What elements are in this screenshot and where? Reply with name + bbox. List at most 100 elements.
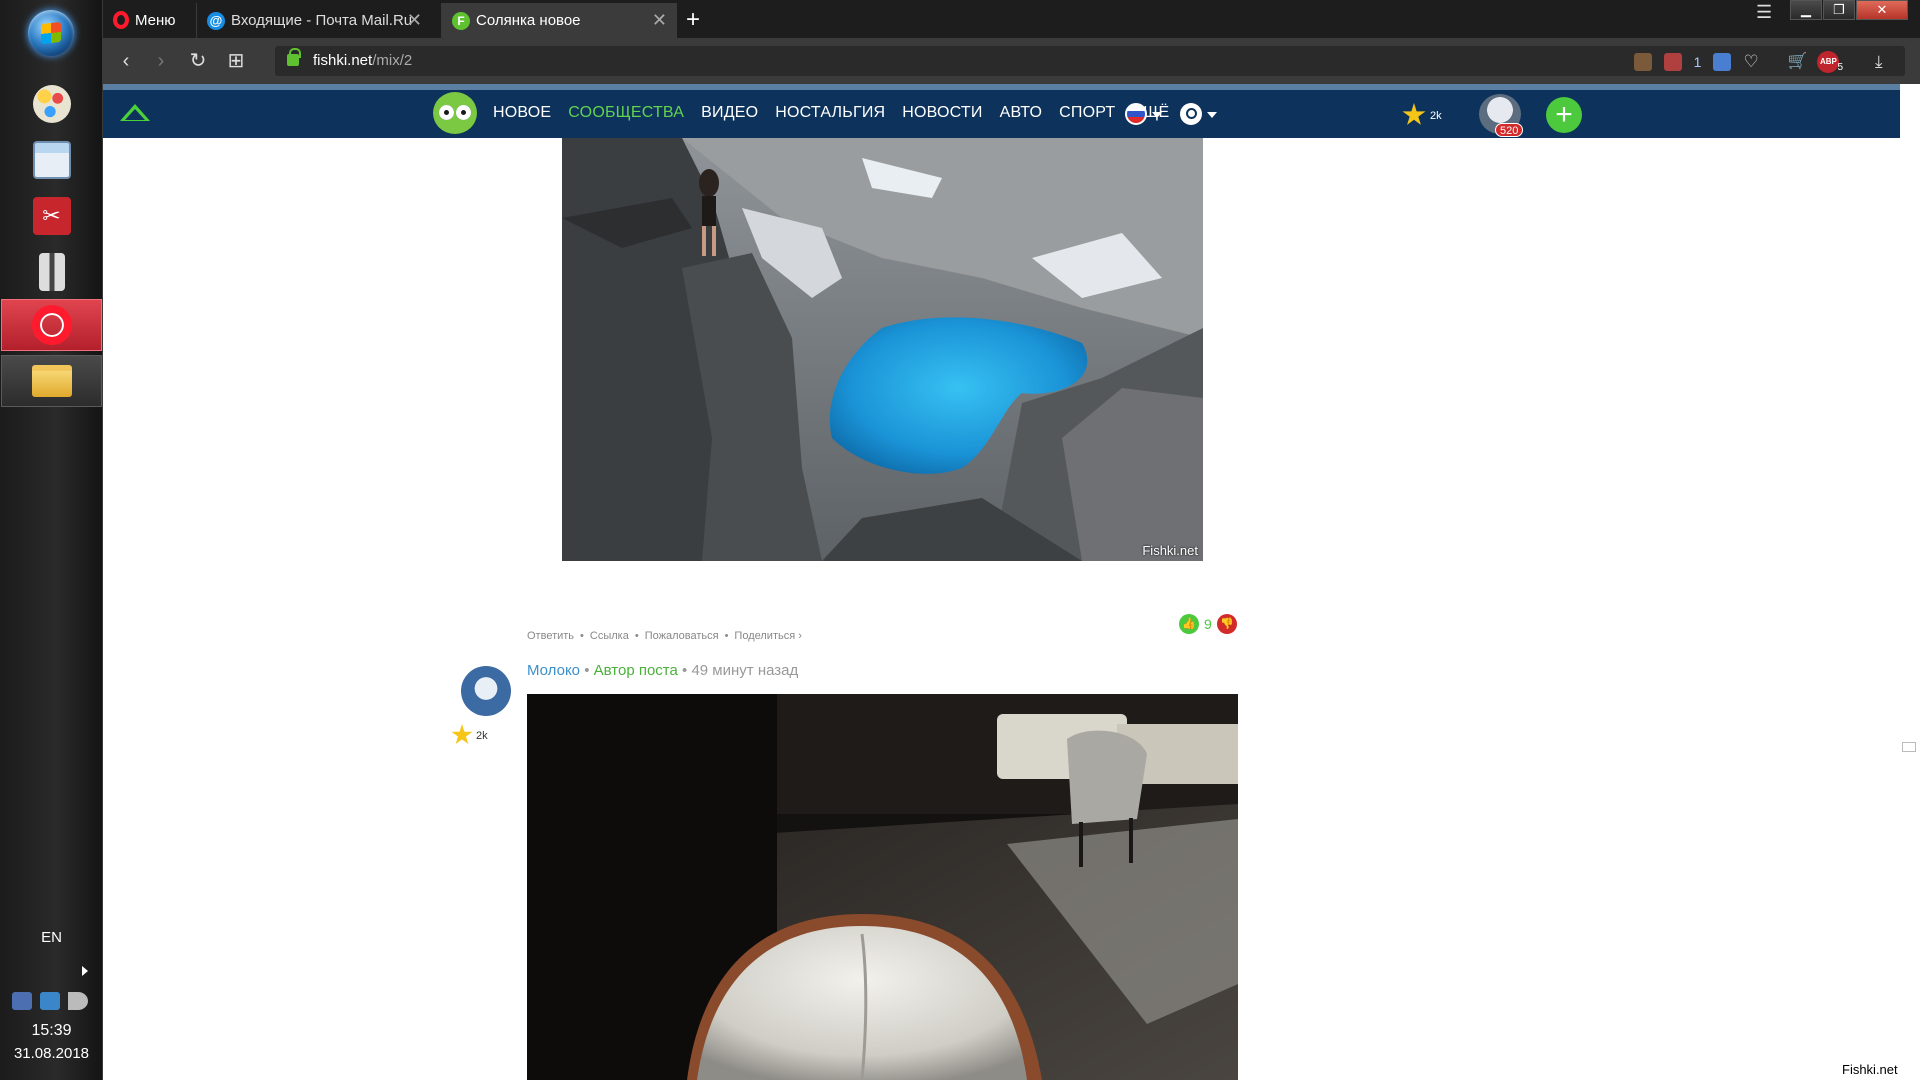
mountain-lake-image [562,138,1203,561]
new-tab-button[interactable]: + [686,6,700,34]
volume-tray-icon[interactable] [68,992,88,1010]
notification-badge[interactable]: 520 [1495,123,1524,137]
scissors-tool-icon: ✂ [32,197,71,235]
forward-icon[interactable]: › [150,50,172,72]
archive-icon [38,253,65,291]
adblock-icon[interactable]: ABP [1817,50,1840,73]
chevron-down-icon[interactable] [1152,112,1162,118]
network-tray-icon[interactable] [40,992,60,1010]
share-link[interactable]: Поделиться › [734,630,801,642]
antivirus-tray-icon[interactable] [12,992,32,1010]
thumbs-down-icon[interactable]: 👎 [1216,614,1237,634]
close-tab-icon[interactable]: ✕ [652,10,667,31]
adblock-count: 5 [1837,62,1843,73]
minimize-button[interactable]: ▁ [1790,0,1822,20]
page-watermark: Fishki.net [1840,1062,1900,1077]
tab-fishki[interactable]: F Солянка новое ✕ [441,3,677,38]
speed-dial-icon[interactable]: ⊞ [225,50,247,72]
clock-date[interactable]: 31.08.2018 [0,1045,103,1062]
taskbar-calculator[interactable] [1,134,102,186]
fishki-favicon-icon: F [452,11,470,30]
maximize-button[interactable]: ❐ [1823,0,1855,20]
extension-figure-icon[interactable] [1663,52,1682,71]
clock-time[interactable]: 15:39 [0,1022,103,1040]
extensions-area: 1 ♡ 🛒 ABP 5 ⤓ [1633,50,1893,73]
page-viewport: НОВОЕ СООБЩЕСТВА ВИДЕО НОСТАЛЬГИЯ НОВОСТ… [103,84,1920,1080]
opera-logo-icon [113,11,129,29]
nav-communities[interactable]: СООБЩЕСТВА [568,104,684,122]
folder-icon [31,365,72,397]
star-icon [451,724,473,745]
comment-author-avatar[interactable] [461,666,511,716]
heart-icon[interactable]: ♡ [1743,52,1761,71]
site-nav-links: НОВОЕ СООБЩЕСТВА ВИДЕО НОСТАЛЬГИЯ НОВОСТ… [493,104,1169,122]
nav-sport[interactable]: СПОРТ [1059,104,1115,122]
system-tray [12,992,88,1010]
site-navbar: НОВОЕ СООБЩЕСТВА ВИДЕО НОСТАЛЬГИЯ НОВОСТ… [103,90,1900,138]
vote-count: 9 [1204,616,1212,632]
lock-icon[interactable] [287,48,301,66]
tab-mail[interactable]: @ Входящие - Почта Mail.Ru ✕ [196,3,432,38]
reload-icon[interactable]: ↻ [187,50,209,72]
separator-dot: • [682,662,688,679]
report-link[interactable]: Пожаловаться [645,630,719,642]
tab-title: Солянка новое [476,12,581,29]
extension-badge-count: 1 [1693,53,1702,70]
address-toolbar: ‹ › ↻ ⊞ fishki.net/mix/2 1 ♡ 🛒 ABP 5 ⤓ [103,38,1920,84]
tab-bar: Меню @ Входящие - Почта Mail.Ru ✕ F Соля… [103,0,1920,38]
taskbar-explorer[interactable] [1,355,102,407]
star-icon[interactable] [1402,103,1426,125]
post-photo-mountain-lake[interactable]: Fishki.net [562,138,1203,561]
vote-widget: 👍 9 👎 [1179,614,1237,634]
comment-time: 49 минут назад [691,662,799,679]
url-text[interactable]: fishki.net/mix/2 [313,52,412,69]
start-button[interactable] [28,10,74,56]
paint-palette-icon [32,85,71,123]
russia-flag-icon[interactable] [1125,103,1147,125]
extension-cube-icon[interactable] [1633,52,1652,71]
reply-link[interactable]: Ответить [527,630,574,642]
nav-news[interactable]: НОВОСТИ [902,104,982,122]
post-actions: Ответить • Ссылка • Пожаловаться • Подел… [527,630,802,642]
separator-dot: • [580,630,584,642]
taskbar-red-tool[interactable]: ✂ [1,190,102,242]
back-icon[interactable]: ‹ [115,50,137,72]
close-window-button[interactable]: ✕ [1856,0,1908,20]
language-indicator[interactable]: EN [0,929,103,946]
fishki-owl-logo[interactable] [433,92,477,134]
shield-icon[interactable] [1713,52,1732,71]
photo-watermark: Fishki.net [1142,543,1198,558]
chevron-down-icon[interactable] [1207,112,1217,118]
chair-room-image [527,694,1238,1080]
add-post-button[interactable]: + [1546,97,1582,133]
thumbs-up-icon[interactable]: 👍 [1179,614,1199,634]
close-tab-icon[interactable]: ✕ [407,10,422,31]
nav-new[interactable]: НОВОЕ [493,104,551,122]
taskbar-archive[interactable] [1,246,102,298]
permalink-link[interactable]: Ссылка [590,630,629,642]
nav-video[interactable]: ВИДЕО [701,104,758,122]
address-field[interactable]: fishki.net/mix/2 1 ♡ 🛒 ABP 5 ⤓ [275,46,1905,76]
tab-title: Входящие - Почта Mail.Ru [231,12,413,29]
taskbar-opera[interactable] [1,299,102,351]
menu-label: Меню [135,11,176,29]
nav-auto[interactable]: АВТО [1000,104,1043,122]
separator-dot: • [634,630,639,642]
opera-browser-window: Меню @ Входящие - Почта Mail.Ru ✕ F Соля… [103,0,1920,1080]
cart-icon[interactable]: 🛒 [1787,53,1807,71]
scroll-up-icon[interactable] [120,104,150,121]
nav-nostalgia[interactable]: НОСТАЛЬГИЯ [775,104,885,122]
opera-icon [31,305,72,345]
scrollbar-marker-icon[interactable] [1902,742,1916,752]
search-icon[interactable] [1180,103,1202,125]
separator-dot: • [584,662,590,679]
opera-menu-button[interactable]: Меню [113,8,176,32]
downloads-icon[interactable]: ⤓ [1875,52,1893,71]
tab-menu-icon[interactable]: ☰ [1756,2,1772,23]
comment-photo-chair[interactable] [527,694,1238,1080]
comment-author-link[interactable]: Молоко [527,662,580,679]
tray-expand-icon[interactable] [82,966,88,976]
calculator-icon [32,141,71,179]
taskbar-paint[interactable] [1,78,102,130]
separator-dot: • [724,630,729,642]
